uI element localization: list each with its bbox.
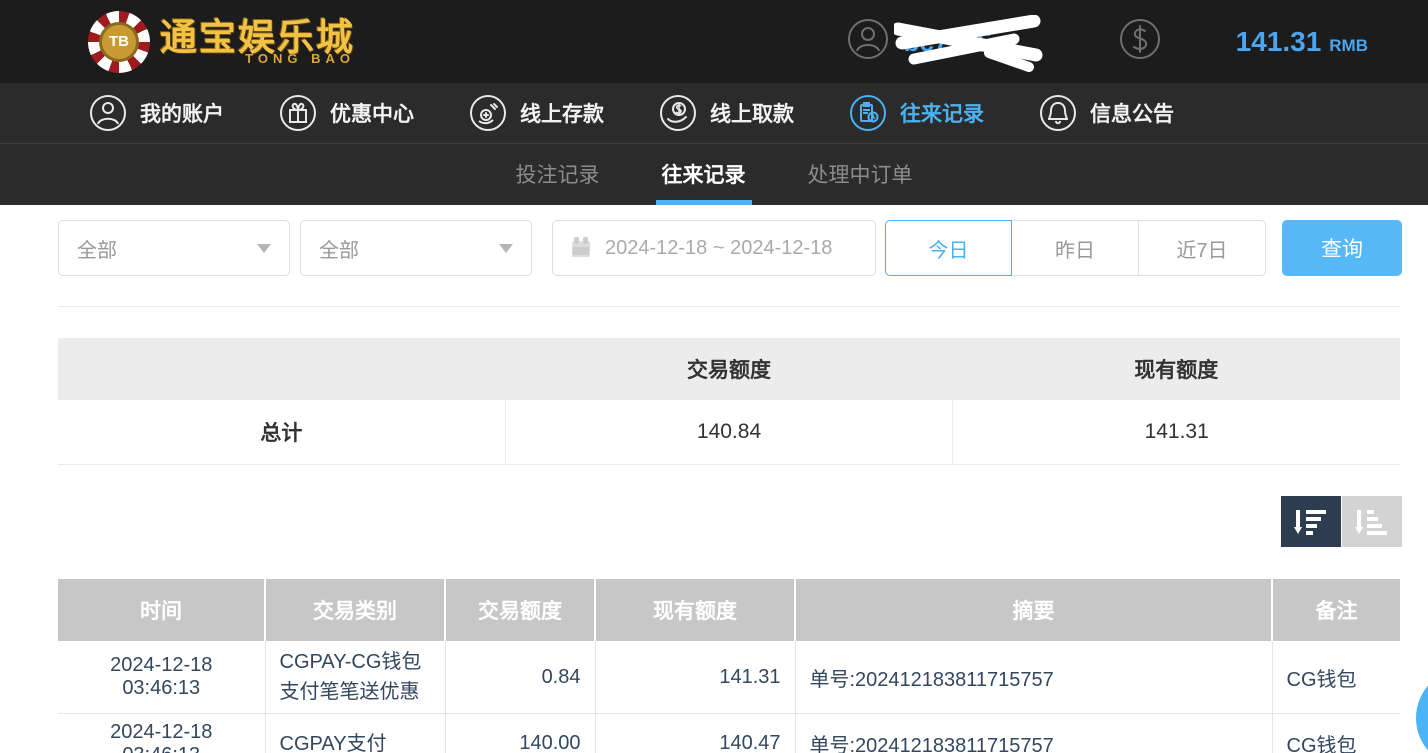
site-logo[interactable]: TB 通宝娱乐城 TONG BAO bbox=[88, 11, 355, 73]
cell-time: 2024-12-18 03:46:13 bbox=[58, 641, 265, 714]
tab-betting-records[interactable]: 投注记录 bbox=[510, 159, 606, 205]
cell-remark: CG钱包 bbox=[1272, 714, 1400, 753]
user-icon bbox=[88, 93, 128, 133]
cell-transaction-amount: 140.00 bbox=[445, 714, 595, 753]
records-table: 时间 交易类别 交易额度 现有额度 摘要 备注 2024-12-18 03:46… bbox=[58, 579, 1400, 753]
summary-total-label: 总计 bbox=[58, 400, 505, 464]
today-button[interactable]: 今日 bbox=[885, 220, 1012, 276]
cell-transaction-type: CGPAY-CG钱包支付笔笔送优惠 bbox=[265, 641, 445, 714]
type-select-value: 全部 bbox=[77, 234, 117, 263]
chevron-down-icon bbox=[499, 244, 513, 253]
header-time: 时间 bbox=[58, 579, 265, 641]
gift-icon bbox=[278, 93, 318, 133]
nav-label: 优惠中心 bbox=[330, 98, 414, 128]
nav-label: 我的账户 bbox=[140, 98, 224, 128]
type-select[interactable]: 全部 bbox=[58, 220, 290, 276]
record-tabs: 投注记录 往来记录 处理中订单 bbox=[0, 143, 1428, 205]
sort-descending-icon bbox=[1294, 507, 1328, 537]
cell-current-amount: 140.47 bbox=[595, 714, 795, 753]
sort-ascending-icon bbox=[1355, 507, 1389, 537]
summary-header-current: 现有额度 bbox=[953, 338, 1400, 400]
category-select-value: 全部 bbox=[319, 234, 359, 263]
header-transaction-type: 交易类别 bbox=[265, 579, 445, 641]
nav-label: 往来记录 bbox=[900, 98, 984, 128]
user-profile-icon[interactable] bbox=[846, 17, 890, 66]
nav-item-deposit[interactable]: 线上存款 bbox=[468, 93, 604, 133]
chip-label: TB bbox=[99, 22, 139, 62]
section-divider bbox=[58, 306, 1400, 307]
quick-date-buttons: 今日 昨日 近7日 bbox=[885, 220, 1266, 276]
chevron-down-icon bbox=[257, 244, 271, 253]
logo-subtitle: TONG BAO bbox=[245, 52, 355, 65]
poker-chip-icon: TB bbox=[88, 11, 150, 73]
floating-service-button[interactable] bbox=[1416, 668, 1428, 753]
logo-title: 通宝娱乐城 bbox=[160, 19, 355, 56]
yesterday-button[interactable]: 昨日 bbox=[1012, 220, 1139, 276]
sort-ascending-button[interactable] bbox=[1342, 496, 1402, 547]
currency-label: RMB bbox=[1329, 36, 1368, 56]
summary-header-row: 交易额度 现有额度 bbox=[58, 338, 1400, 400]
sort-controls bbox=[0, 496, 1402, 547]
summary-transaction-total: 140.84 bbox=[505, 400, 953, 464]
balance-value: 141.31 bbox=[1236, 26, 1322, 58]
cell-remark: CG钱包 bbox=[1272, 641, 1400, 714]
deposit-icon bbox=[468, 93, 508, 133]
calendar-icon bbox=[569, 236, 593, 260]
cell-transaction-type: CGPAY支付 bbox=[265, 714, 445, 753]
category-select[interactable]: 全部 bbox=[300, 220, 532, 276]
nav-item-withdraw[interactable]: 线上取款 bbox=[658, 93, 794, 133]
sort-descending-button[interactable] bbox=[1281, 496, 1341, 547]
summary-total-row: 总计 140.84 141.31 bbox=[58, 400, 1400, 465]
search-button[interactable]: 查询 bbox=[1282, 220, 1402, 276]
nav-item-announcements[interactable]: 信息公告 bbox=[1038, 93, 1174, 133]
nav-label: 线上存款 bbox=[520, 98, 604, 128]
tab-pending-orders[interactable]: 处理中订单 bbox=[802, 159, 919, 205]
header-current-amount: 现有额度 bbox=[595, 579, 795, 641]
header-transaction-amount: 交易额度 bbox=[445, 579, 595, 641]
summary-header-empty bbox=[58, 338, 505, 400]
cell-summary: 单号:202412183811715757 bbox=[795, 641, 1272, 714]
nav-item-transaction-records[interactable]: 往来记录 bbox=[848, 93, 984, 133]
cell-transaction-amount: 0.84 bbox=[445, 641, 595, 714]
records-header-row: 时间 交易类别 交易额度 现有额度 摘要 备注 bbox=[58, 579, 1400, 641]
main-navigation: 我的账户 优惠中心 线上存款 线上取款 往来记录 bbox=[0, 83, 1428, 143]
cell-current-amount: 141.31 bbox=[595, 641, 795, 714]
white-scribble-overlay bbox=[894, 15, 1044, 75]
table-row: 2024-12-18 03:46:13 CGPAY支付 140.00 140.4… bbox=[58, 714, 1400, 753]
summary-current-total: 141.31 bbox=[952, 400, 1400, 464]
cell-summary: 单号:202412183811715757 bbox=[795, 714, 1272, 753]
summary-header-transaction: 交易额度 bbox=[505, 338, 952, 400]
username-redacted[interactable]: bc7325 bbox=[904, 15, 1034, 69]
summary-table: 交易额度 现有额度 总计 140.84 141.31 bbox=[58, 338, 1400, 465]
withdraw-icon bbox=[658, 93, 698, 133]
nav-item-my-account[interactable]: 我的账户 bbox=[88, 93, 224, 133]
nav-label: 信息公告 bbox=[1090, 98, 1174, 128]
balance-area[interactable]: 141.31 RMB bbox=[1118, 17, 1368, 66]
header-remark: 备注 bbox=[1272, 579, 1400, 641]
top-bar: TB 通宝娱乐城 TONG BAO bc7325 bbox=[0, 0, 1428, 83]
dollar-coin-icon bbox=[1118, 17, 1162, 66]
account-area: bc7325 141.31 RMB bbox=[846, 15, 1368, 69]
filter-bar: 全部 全部 2024-12-18 ~ 2024-12-18 今日 昨日 近7日 … bbox=[58, 220, 1428, 276]
records-icon bbox=[848, 93, 888, 133]
header-summary: 摘要 bbox=[795, 579, 1272, 641]
last7days-button[interactable]: 近7日 bbox=[1139, 220, 1266, 276]
cell-time: 2024-12-18 03:46:13 bbox=[58, 714, 265, 753]
date-range-input[interactable]: 2024-12-18 ~ 2024-12-18 bbox=[552, 220, 876, 276]
date-range-value: 2024-12-18 ~ 2024-12-18 bbox=[605, 237, 832, 260]
nav-label: 线上取款 bbox=[710, 98, 794, 128]
bell-icon bbox=[1038, 93, 1078, 133]
tab-transaction-records[interactable]: 往来记录 bbox=[656, 159, 752, 205]
table-row: 2024-12-18 03:46:13 CGPAY-CG钱包支付笔笔送优惠 0.… bbox=[58, 641, 1400, 714]
nav-item-promotions[interactable]: 优惠中心 bbox=[278, 93, 414, 133]
